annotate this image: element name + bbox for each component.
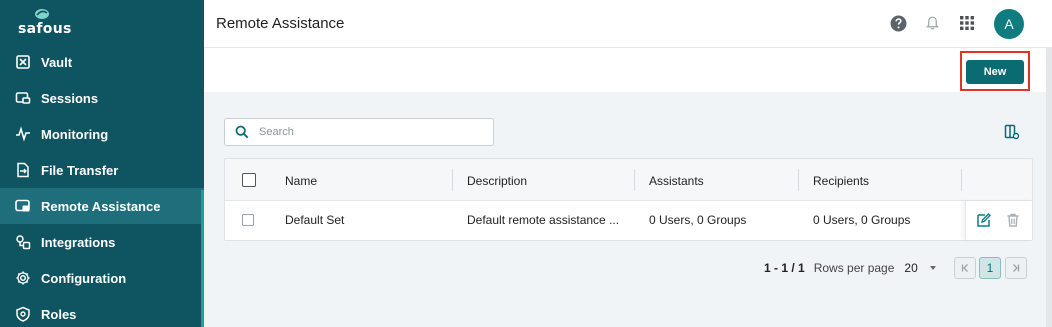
vault-icon	[14, 53, 32, 71]
sidebar-item-remote-assistance[interactable]: Remote Assistance	[0, 188, 204, 224]
sidebar-item-label: Monitoring	[41, 126, 109, 142]
table-header: Name Description Assistants Recipients	[225, 159, 1032, 201]
sidebar-item-integrations[interactable]: Integrations	[0, 224, 204, 260]
sidebar-item-label: File Transfer	[41, 162, 119, 178]
file-transfer-icon	[14, 161, 32, 179]
sidebar-nav: Vault Sessions Monitoring File Transfer …	[0, 44, 204, 327]
pagination: 1 - 1 / 1 Rows per page 20	[764, 257, 936, 279]
column-settings-icon[interactable]	[1004, 124, 1022, 142]
select-all-checkbox[interactable]	[242, 173, 256, 187]
sidebar-item-label: Integrations	[41, 234, 116, 250]
last-page-icon	[1013, 264, 1020, 272]
column-header-recipients[interactable]: Recipients	[813, 174, 869, 188]
gear-icon	[14, 269, 32, 287]
page-title: Remote Assistance	[216, 15, 345, 32]
sidebar-item-roles[interactable]: Roles	[0, 296, 204, 327]
avatar[interactable]: A	[994, 9, 1024, 39]
column-header-description[interactable]: Description	[467, 174, 527, 188]
action-bar: New	[204, 48, 1052, 92]
rows-per-page-label: Rows per page	[813, 261, 895, 275]
cell-description: Default remote assistance ...	[467, 213, 620, 227]
shield-icon	[14, 305, 32, 323]
column-header-assistants[interactable]: Assistants	[649, 174, 704, 188]
page-button-current[interactable]: 1	[979, 257, 1001, 279]
integrations-icon	[14, 233, 32, 251]
logo: safous	[0, 0, 204, 48]
sidebar: safous Vault Sessions Monitoring File Tr…	[0, 0, 204, 327]
cell-name: Default Set	[285, 213, 345, 227]
cell-assistants: 0 Users, 0 Groups	[649, 213, 747, 227]
sidebar-scroll-edge	[201, 190, 204, 327]
last-page-button[interactable]	[1005, 257, 1027, 279]
help-icon[interactable]	[888, 13, 908, 33]
row-actions	[965, 201, 1032, 240]
sidebar-item-monitoring[interactable]: Monitoring	[0, 116, 204, 152]
page-scrollbar[interactable]	[1046, 48, 1052, 327]
cell-recipients: 0 Users, 0 Groups	[813, 213, 911, 227]
column-divider[interactable]	[452, 169, 453, 191]
pagination-range: 1 - 1 / 1	[764, 261, 805, 275]
first-page-icon	[961, 264, 968, 272]
sidebar-item-label: Remote Assistance	[41, 198, 161, 214]
sessions-icon	[14, 89, 32, 107]
new-button[interactable]: New	[966, 60, 1024, 84]
remote-assistance-icon	[14, 197, 32, 215]
row-checkbox[interactable]	[242, 214, 254, 226]
edit-icon[interactable]	[976, 212, 992, 228]
sidebar-item-sessions[interactable]: Sessions	[0, 80, 204, 116]
search-icon	[235, 125, 249, 139]
data-table: Name Description Assistants Recipients D…	[224, 158, 1033, 241]
apps-grid-icon[interactable]	[957, 13, 977, 33]
search-input[interactable]	[259, 126, 479, 138]
column-divider[interactable]	[634, 169, 635, 191]
sidebar-item-label: Configuration	[41, 270, 127, 286]
logo-text: safous	[18, 21, 72, 37]
first-page-button[interactable]	[954, 257, 976, 279]
rows-per-page-select[interactable]: 20	[904, 261, 917, 275]
bell-icon[interactable]	[922, 13, 942, 33]
chevron-down-icon[interactable]	[929, 266, 936, 270]
sidebar-item-label: Roles	[41, 306, 77, 322]
sidebar-item-label: Sessions	[41, 90, 99, 106]
search-box[interactable]	[224, 118, 494, 146]
top-header: Remote Assistance A	[204, 0, 1052, 48]
sidebar-item-label: Vault	[41, 54, 73, 70]
trash-icon[interactable]	[1005, 212, 1021, 228]
new-button-highlight: New	[960, 51, 1030, 91]
sidebar-item-vault[interactable]: Vault	[0, 44, 204, 80]
sidebar-item-configuration[interactable]: Configuration	[0, 260, 204, 296]
logo-mark-icon	[35, 9, 49, 19]
monitoring-icon	[14, 125, 32, 143]
column-divider[interactable]	[961, 169, 962, 191]
column-divider[interactable]	[798, 169, 799, 191]
sidebar-item-file-transfer[interactable]: File Transfer	[0, 152, 204, 188]
column-header-name[interactable]: Name	[285, 174, 317, 188]
